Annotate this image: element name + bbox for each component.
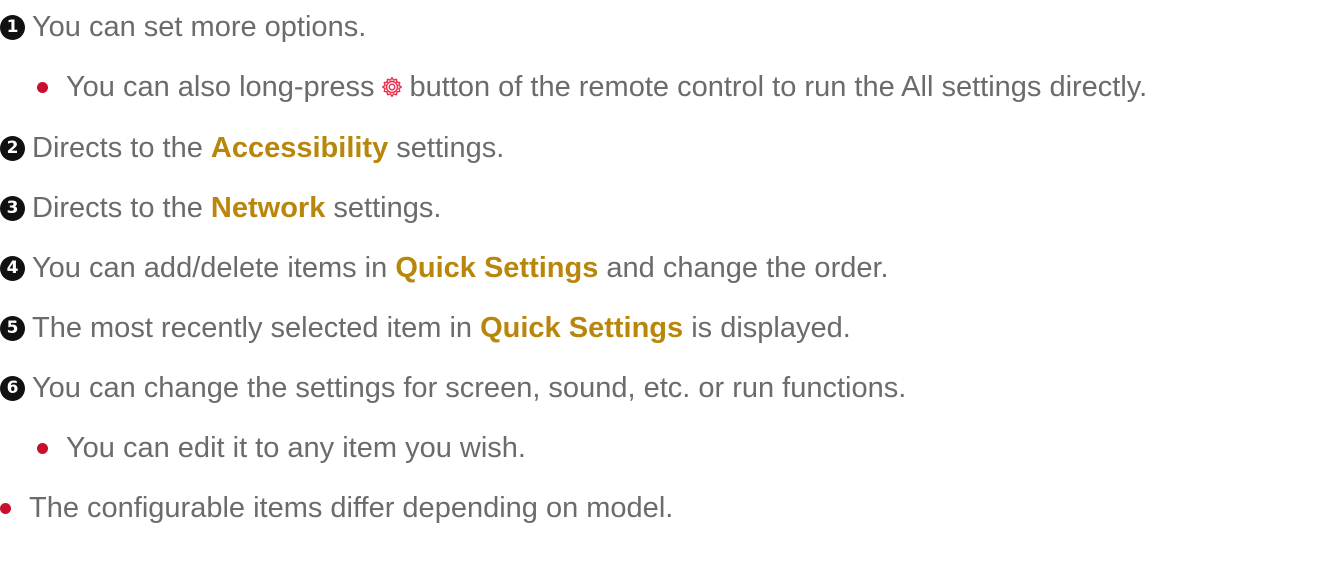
sub-bullet-long-press: You can also long-press button of the re… [37,67,1147,107]
sub-bullet-text-before-icon: You can also long-press [66,71,375,103]
item-5-text-before: The most recently selected item in [32,312,473,344]
number-badge-1: 1 [0,14,25,40]
bullet-dot [0,502,11,514]
item-2-text-before: Directs to the [32,132,203,164]
note-text: The configurable items differ depending … [29,492,674,524]
sub-bullet-edit-text: You can edit it to any item you wish. [66,432,526,464]
item-5-text-after: is displayed. [691,312,851,344]
list-item-4: 4 You can add/delete items in Quick Sett… [0,248,889,288]
item-2-text-after: settings. [396,132,505,164]
list-item-5: 5 The most recently selected item in Qui… [0,308,851,348]
bullet-dot [37,81,48,93]
sub-bullet-edit: You can edit it to any item you wish. [37,428,526,468]
item-3-text-after: settings. [333,192,442,224]
settings-gear-icon [381,76,403,98]
accessibility-highlight: Accessibility [210,132,389,164]
network-highlight: Network [210,192,326,224]
quick-settings-highlight: Quick Settings [395,252,599,284]
sub-bullet-text-after-icon: button of the remote control to run the … [409,71,1148,103]
item-3-text-before: Directs to the [32,192,203,224]
list-item-1: 1 You can set more options. [0,7,366,47]
number-badge-5: 5 [0,315,25,341]
bullet-dot [37,442,48,454]
note-bullet: The configurable items differ depending … [0,488,673,528]
item-1-text: You can set more options. [32,11,367,43]
list-item-2: 2 Directs to the Accessibility settings. [0,128,504,168]
item-4-text-before: You can add/delete items in [32,252,388,284]
number-badge-4: 4 [0,255,25,281]
item-6-text: You can change the settings for screen, … [32,372,907,404]
number-badge-3: 3 [0,195,25,221]
quick-settings-highlight: Quick Settings [480,312,684,344]
list-item-3: 3 Directs to the Network settings. [0,188,441,228]
number-badge-6: 6 [0,375,25,401]
item-4-text-after: and change the order. [606,252,889,284]
number-badge-2: 2 [0,135,25,161]
list-item-6: 6 You can change the settings for screen… [0,368,906,408]
